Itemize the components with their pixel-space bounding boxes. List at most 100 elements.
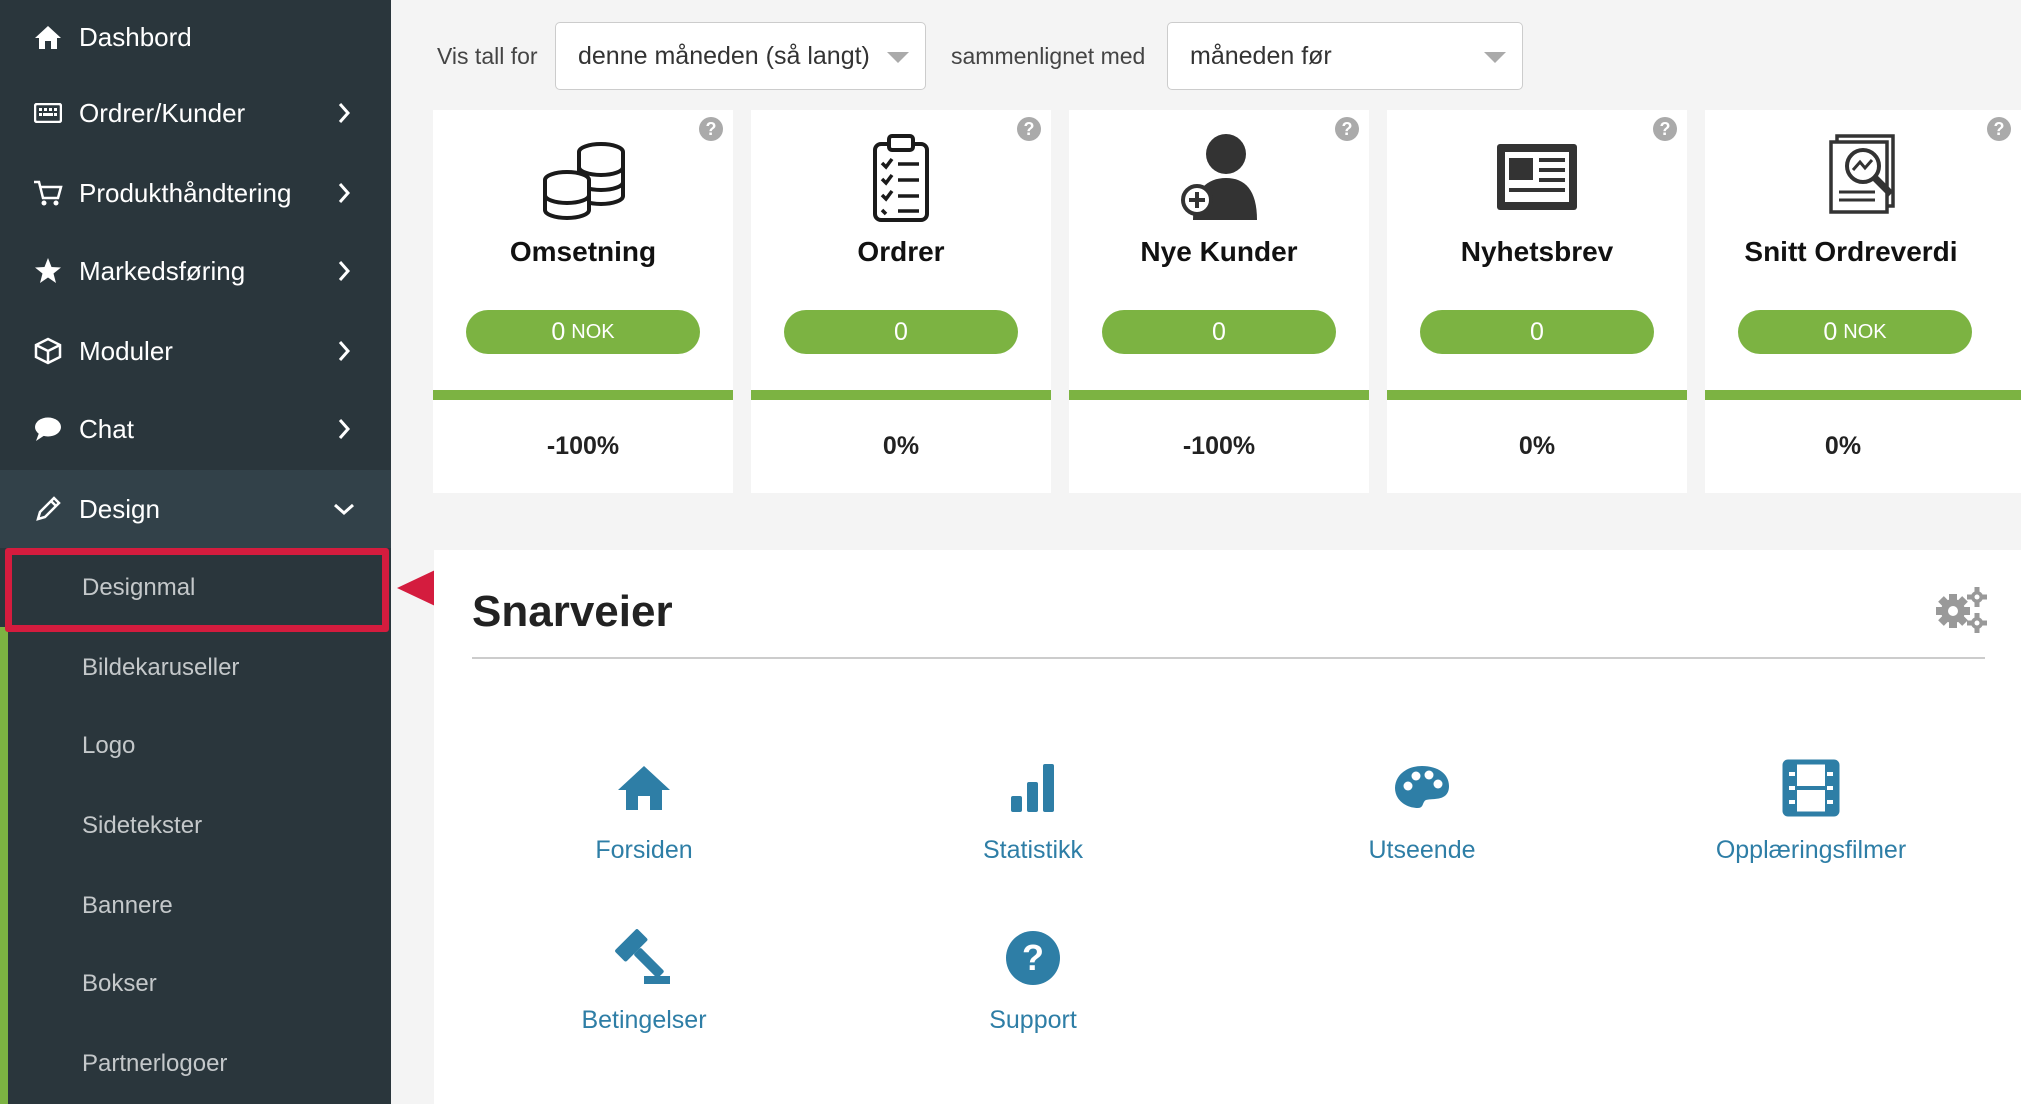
shortcut-utseende[interactable]: Utseende [1272,758,1572,878]
submenu-item-bildekaruseller[interactable]: Bildekaruseller [0,628,391,707]
chat-bubble-icon [32,413,64,445]
add-user-icon [1181,134,1257,220]
cart-icon [32,177,64,209]
help-icon[interactable]: ? [1017,117,1041,141]
card-change: 0% [882,432,920,460]
stat-card-ordrer: ? Ordrer 0 0% [751,110,1051,493]
keyboard-icon [32,97,64,129]
card-value: 0 [1530,317,1544,346]
sidebar-item-label: Dashbord [79,21,192,52]
stat-card-omsetning: ? Omsetning 0 NOK -100% [433,110,733,493]
chevron-right-icon [333,418,355,440]
stat-card-snitt-ordreverdi: ? Snitt Ordreverdi 0 NOK 0% [1705,110,2021,493]
card-change: -100% [1182,432,1256,460]
sidebar-item-design[interactable]: Design [0,470,391,548]
value-badge: 0 NOK [466,310,700,354]
shortcut-forsiden[interactable]: Forsiden [494,758,794,878]
submenu-item-label: Bokser [82,969,157,997]
card-title: Nyhetsbrev [1460,236,1614,267]
card-title: Omsetning [509,236,657,267]
dropdown-caret-icon [1484,52,1506,63]
sidebar-item-markedsforing[interactable]: Markedsføring [0,232,391,310]
film-icon [1782,759,1840,817]
period-select-value: denne måneden (så langt) [578,41,870,70]
submenu-item-label: Sidetekster [82,811,203,839]
card-title: Ordrer [857,236,945,267]
shortcut-statistikk[interactable]: Statistikk [883,758,1183,878]
coins-icon [543,142,625,220]
card-value: 0 [1212,317,1226,346]
help-icon[interactable]: ? [1987,117,2011,141]
home-icon [32,21,64,53]
period-select[interactable]: denne måneden (så langt) [555,22,926,90]
card-change: 0% [1518,432,1556,460]
chevron-down-icon [333,498,355,520]
sidebar-item-dashbord[interactable]: Dashbord [0,0,391,76]
report-magnifier-icon [1829,134,1895,214]
submenu-item-label: Bannere [82,891,173,919]
shortcut-support[interactable]: ? Support [883,928,1183,1048]
stat-card-nye-kunder: ? Nye Kunder 0 -100% [1069,110,1369,493]
card-title: Snitt Ordreverdi [1744,236,1958,267]
card-divider [433,390,733,400]
help-icon[interactable]: ? [1653,117,1677,141]
shortcut-opplaeringsfilmer[interactable]: Opplæringsfilmer [1661,758,1961,878]
card-value: 0 [551,317,566,346]
compare-select[interactable]: måneden før [1167,22,1523,90]
submenu-item-label: Bildekaruseller [82,653,240,681]
highlight-box [5,548,389,632]
show-figures-label: Vis tall for [437,43,538,69]
card-value: 0 [894,317,908,346]
panel-title: Snarveier [472,587,673,636]
sidebar-item-chat[interactable]: Chat [0,390,391,468]
card-change: 0% [1824,432,1862,460]
compare-label: sammenlignet med [951,43,1146,69]
value-badge: 0 [1102,310,1336,354]
submenu-item-bannere[interactable]: Bannere [0,866,391,945]
star-icon [32,255,64,287]
card-unit: NOK [1843,320,1887,343]
stat-card-nyhetsbrev: ? Nyhetsbrev 0 0% [1387,110,1687,493]
newspaper-icon [1497,144,1577,210]
pencil-icon [32,493,64,525]
help-icon[interactable]: ? [699,117,723,141]
card-divider [1387,390,1687,400]
compare-select-value: måneden før [1190,41,1332,70]
submenu-item-label: Logo [82,731,136,759]
value-badge: 0 [784,310,1018,354]
dropdown-caret-icon [887,52,909,63]
shortcut-label: Support [989,1006,1077,1034]
svg-text:?: ? [1022,937,1044,978]
submenu-item-bokser[interactable]: Bokser [0,944,391,1023]
gear-icon[interactable] [1933,585,1989,633]
home-icon [618,766,670,810]
card-title: Nye Kunder [1140,236,1298,267]
submenu-item-partnerlogoer[interactable]: Partnerlogoer [0,1024,391,1103]
sidebar-item-produkthandtering[interactable]: Produkthåndtering [0,154,391,232]
sidebar-item-label: Ordrer/Kunder [79,97,246,128]
shortcut-betingelser[interactable]: Betingelser [494,928,794,1048]
shortcut-label: Forsiden [595,836,693,864]
value-badge: 0 NOK [1738,310,1972,354]
shortcut-label: Utseende [1368,836,1476,864]
cube-icon [32,335,64,367]
chevron-right-icon [333,182,355,204]
sidebar-item-ordrer-kunder[interactable]: Ordrer/Kunder [0,74,391,152]
help-icon[interactable]: ? [1335,117,1359,141]
chevron-right-icon [333,260,355,282]
submenu-item-logo[interactable]: Logo [0,706,391,785]
sidebar-item-label: Produkthåndtering [79,177,292,208]
submenu-item-sidetekster[interactable]: Sidetekster [0,786,391,865]
value-badge: 0 [1420,310,1654,354]
chevron-right-icon [333,102,355,124]
card-divider [751,390,1051,400]
sidebar-item-moduler[interactable]: Moduler [0,312,391,390]
sidebar-item-label: Markedsføring [79,255,246,286]
clipboard-icon [873,134,929,222]
question-circle-icon: ? [1006,931,1060,985]
panel-divider [472,657,1985,659]
palette-icon [1395,766,1449,808]
gavel-icon [615,929,670,984]
card-change: -100% [546,432,620,460]
card-divider [1705,390,2021,400]
